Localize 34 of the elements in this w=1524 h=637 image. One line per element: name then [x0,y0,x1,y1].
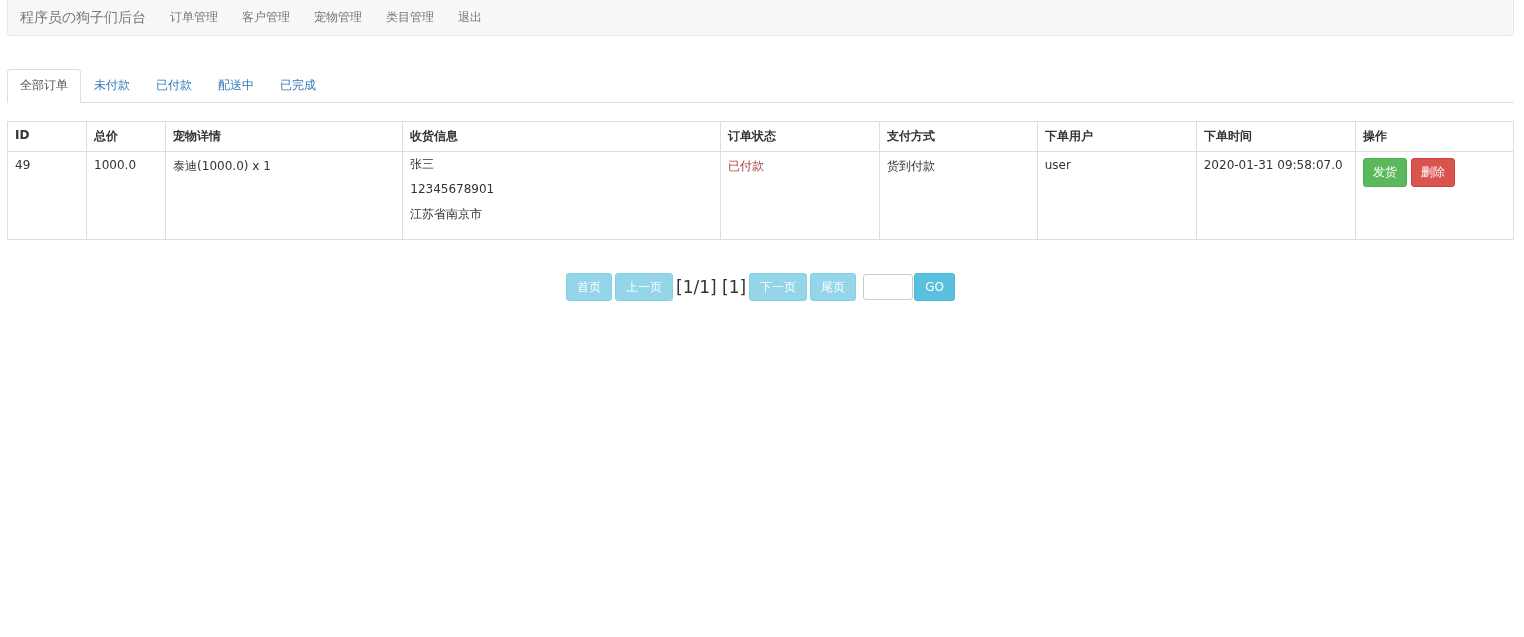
column-header: 订单状态 [720,121,880,152]
table-cell: 1000.0 [86,151,166,240]
nav-link[interactable]: 退出 [446,9,494,26]
order-status: 已付款 [728,159,765,173]
column-header: 下单用户 [1037,121,1197,152]
brand-link[interactable]: 程序员の狗子们后台 [20,8,146,27]
nav-link[interactable]: 订单管理 [158,9,230,26]
tab[interactable]: 未付款 [81,69,143,103]
action-button[interactable]: 删除 [1410,158,1455,187]
column-header: 支付方式 [879,121,1038,152]
nav-link[interactable]: 类目管理 [374,9,446,26]
table-cell: 泰迪(1000.0) x 1 [165,151,403,240]
shipping-line: 张三 [410,157,435,171]
column-header: 宠物详情 [165,121,403,152]
tab[interactable]: 配送中 [205,69,267,103]
table-cell: 49 [7,151,87,240]
column-header: 操作 [1355,121,1514,152]
table-cell: 货到付款 [879,151,1038,240]
nav-link[interactable]: 宠物管理 [302,9,374,26]
page-number-field[interactable] [863,274,914,300]
action-button[interactable]: 发货 [1362,158,1407,187]
column-header: ID [7,121,87,152]
tab[interactable]: 全部订单 [7,69,81,103]
table-cell: user [1037,151,1197,240]
tab[interactable]: 已完成 [267,69,329,103]
nav-link[interactable]: 客户管理 [230,9,302,26]
column-header: 总价 [86,121,166,152]
table-cell: 2020-01-31 09:58:07.0 [1196,151,1356,240]
page-info: [1/1] [1] [676,277,747,297]
tab[interactable]: 已付款 [143,69,205,103]
shipping-line: 12345678901 [410,182,495,196]
column-header: 收货信息 [402,121,721,152]
shipping-line: 江苏省南京市 [410,207,483,221]
column-header: 下单时间 [1196,121,1356,152]
